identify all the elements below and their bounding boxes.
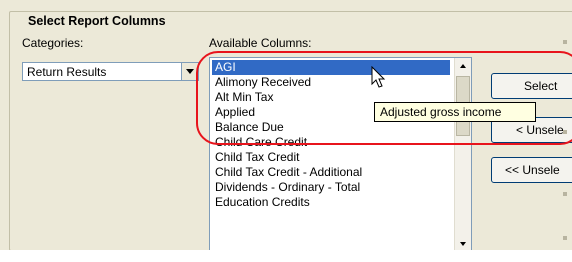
grip-dot [563, 236, 567, 240]
list-item[interactable]: Child Tax Credit [212, 150, 450, 165]
list-item[interactable]: Child Care Credit [212, 135, 450, 150]
categories-selected-value: Return Results [27, 65, 107, 79]
select-button[interactable]: Select [491, 73, 572, 99]
arrow-cursor-icon [371, 66, 386, 88]
group-title: Select Report Columns [25, 14, 169, 28]
chevron-down-icon[interactable] [181, 63, 198, 80]
list-item[interactable]: Child Tax Credit - Additional [212, 165, 450, 180]
available-columns-list[interactable]: AGI Alimony Received Alt Min Tax Applied Bal… [209, 57, 472, 253]
list-scrollbar[interactable] [454, 58, 471, 252]
grip-dot [563, 130, 567, 134]
available-columns-label: Available Columns: [209, 36, 312, 50]
unselect-all-button[interactable]: << Unsele [491, 157, 572, 183]
dialog-bottom-edge [0, 250, 572, 262]
categories-dropdown[interactable]: Return Results [22, 62, 199, 81]
list-item[interactable]: Education Credits [212, 195, 450, 210]
list-item[interactable]: AGI [212, 60, 450, 75]
column-tooltip: Adjusted gross income [374, 102, 536, 122]
report-options-dialog: Select Report Columns Categories: Availa… [0, 0, 572, 258]
scroll-up-icon[interactable] [455, 58, 471, 74]
categories-label: Categories: [22, 36, 84, 50]
list-item[interactable]: Dividends - Ordinary - Total [212, 180, 450, 195]
list-item[interactable]: Balance Due [212, 120, 450, 135]
list-item[interactable]: Alimony Received [212, 75, 450, 90]
grip-dot [563, 40, 567, 44]
grip-dot [563, 192, 567, 196]
